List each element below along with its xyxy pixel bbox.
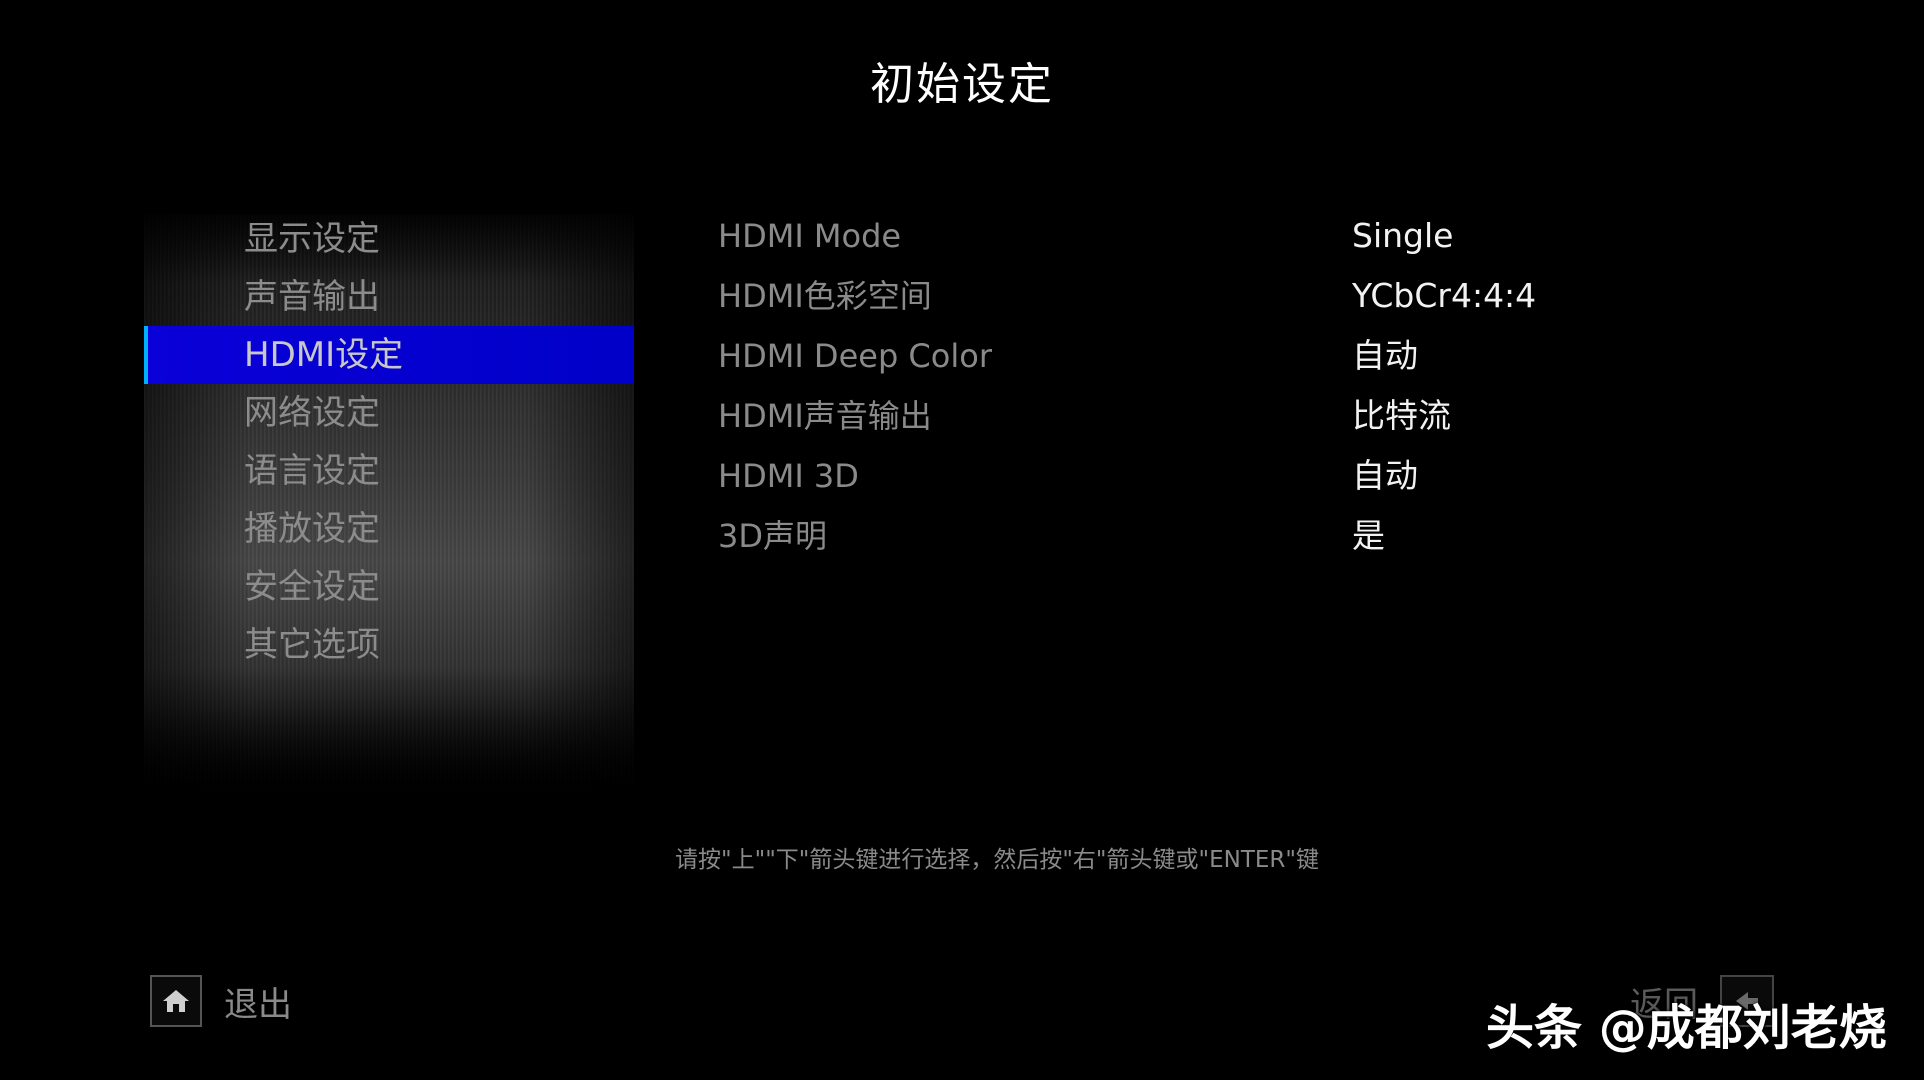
setting-row-hdmi-mode[interactable]: HDMI Mode Single	[718, 206, 1718, 266]
menu-item-playback[interactable]: 播放设定	[144, 500, 634, 558]
setting-label: HDMI声音输出	[718, 397, 932, 435]
hdmi-settings-table: HDMI Mode Single HDMI色彩空间 YCbCr4:4:4 HDM…	[718, 206, 1718, 566]
settings-category-menu: 显示设定 声音输出 HDMI设定 网络设定 语言设定 播放设定 安全设定 其它选…	[144, 210, 634, 674]
setting-label: HDMI 3D	[718, 457, 859, 495]
menu-item-hdmi[interactable]: HDMI设定	[144, 326, 634, 384]
setting-label: 3D声明	[718, 517, 828, 555]
menu-item-audio-output[interactable]: 声音输出	[144, 268, 634, 326]
setting-row-3d-notice[interactable]: 3D声明 是	[718, 506, 1718, 566]
setting-value: 自动	[1352, 336, 1418, 375]
setting-row-hdmi-audio-output[interactable]: HDMI声音输出 比特流	[718, 386, 1718, 446]
setting-value: 自动	[1352, 456, 1418, 495]
menu-item-security[interactable]: 安全设定	[144, 558, 634, 616]
setting-row-hdmi-deep-color[interactable]: HDMI Deep Color 自动	[718, 326, 1718, 386]
setting-row-hdmi-color-space[interactable]: HDMI色彩空间 YCbCr4:4:4	[718, 266, 1718, 326]
setting-value: 是	[1352, 516, 1385, 555]
exit-label: 退出	[224, 984, 292, 1025]
exit-button[interactable]: 退出	[150, 975, 292, 1027]
setting-label: HDMI Mode	[718, 217, 902, 255]
setting-label: HDMI Deep Color	[718, 337, 992, 375]
page-title: 初始设定	[870, 59, 1054, 110]
watermark: 头条 @成都刘老烧	[1486, 1000, 1887, 1056]
menu-item-language[interactable]: 语言设定	[144, 442, 634, 500]
menu-item-display[interactable]: 显示设定	[144, 210, 634, 268]
setting-value: YCbCr4:4:4	[1352, 276, 1537, 315]
setting-value: Single	[1352, 216, 1454, 255]
menu-item-other[interactable]: 其它选项	[144, 616, 634, 674]
setting-value: 比特流	[1352, 396, 1451, 435]
home-icon[interactable]	[150, 975, 202, 1027]
menu-item-network[interactable]: 网络设定	[144, 384, 634, 442]
setting-label: HDMI色彩空间	[718, 277, 932, 315]
setting-row-hdmi-3d[interactable]: HDMI 3D 自动	[718, 446, 1718, 506]
settings-screen: 初始设定 显示设定 声音输出 HDMI设定 网络设定 语言设定 播放设定 安全设…	[0, 0, 1924, 1080]
navigation-hint: 请按"上""下"箭头键进行选择，然后按"右"箭头键或"ENTER"键	[675, 847, 1319, 873]
